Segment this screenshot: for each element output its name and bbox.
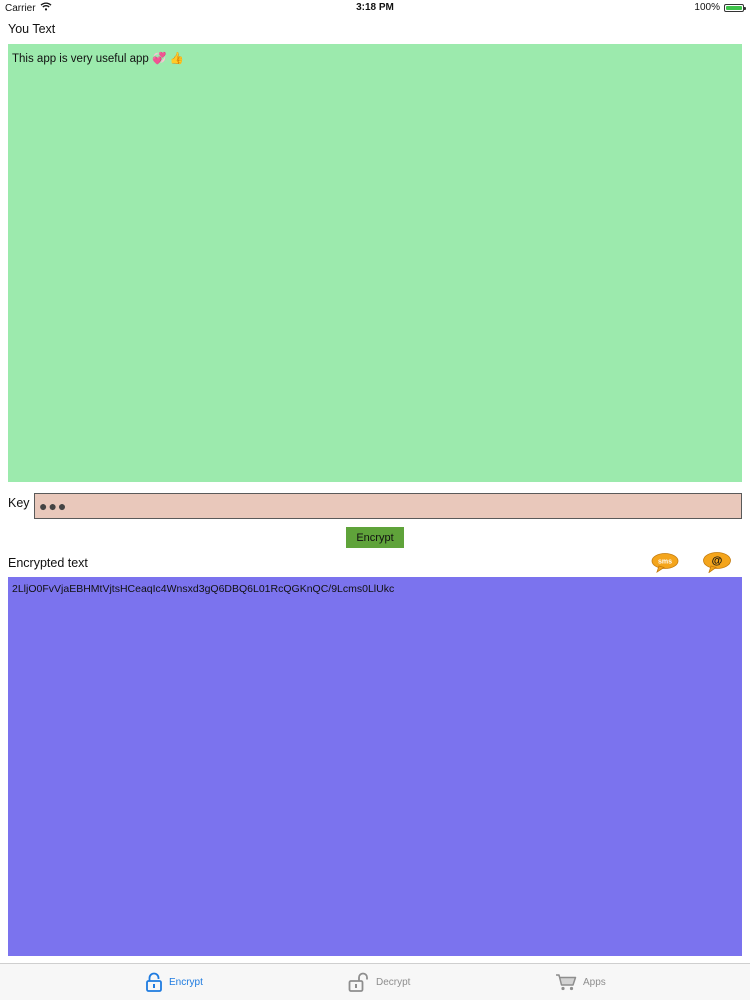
lock-open-icon [145,972,163,992]
tab-decrypt-label: Decrypt [376,976,411,988]
share-email-icon[interactable]: @ [702,552,732,574]
tab-encrypt-label: Encrypt [169,976,203,988]
encrypt-button[interactable]: Encrypt [346,527,404,548]
unlock-icon [348,972,370,992]
tab-apps[interactable]: Apps [555,964,606,1000]
encrypted-text-label: Encrypted text [8,556,88,570]
tab-decrypt[interactable]: Decrypt [348,964,410,1000]
key-label: Key [8,496,30,510]
share-sms-label: sms [658,559,672,566]
plain-text-input[interactable]: This app is very useful app 💞 👍 [8,44,742,482]
encrypted-text-output[interactable]: 2LljO0FvVjaEBHMtVjtsHCeaqIc4Wnsxd3gQ6DBQ… [8,577,742,956]
cart-icon [555,973,577,991]
your-text-label: You Text [8,22,56,36]
status-battery-group: 100% [694,2,746,13]
share-sms-icon[interactable]: sms [651,553,679,573]
status-time: 3:18 PM [356,2,394,13]
tab-apps-label: Apps [583,976,606,988]
battery-icon [724,3,746,12]
share-email-label: @ [712,555,723,567]
tab-encrypt[interactable]: Encrypt [145,964,203,1000]
status-bar: Carrier 3:18 PM 100% [0,0,750,16]
tab-bar: Encrypt Decrypt Apps [0,963,750,1000]
battery-percent: 100% [694,2,720,13]
key-input[interactable]: ●●● [34,493,742,519]
